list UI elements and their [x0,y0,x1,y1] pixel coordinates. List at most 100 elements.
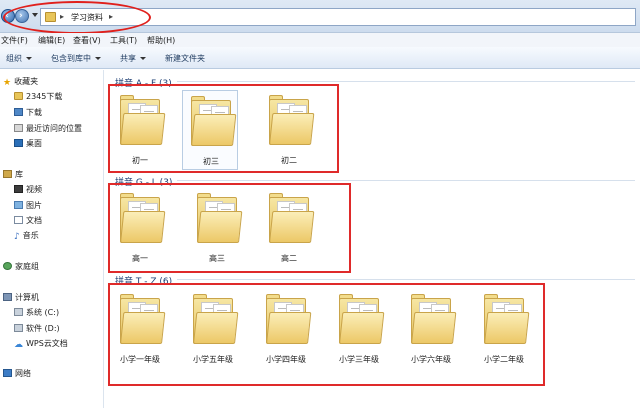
folder-icon [269,93,315,147]
highlight-ellipse [3,1,151,34]
folder-item[interactable]: 高二 [261,188,317,268]
folder-label: 高一 [132,254,148,263]
folder-label: 初二 [281,156,297,165]
sidebar-item-pictures[interactable]: 图片 [14,200,42,213]
folder-label: 初一 [132,156,148,165]
new-folder-button[interactable]: 新建文件夹 [165,53,205,64]
sidebar-item-label: WPS云文档 [26,339,68,348]
folder-item[interactable]: 小学一年级 [112,289,168,369]
sidebar-item-label: 音乐 [22,231,39,240]
sidebar-item-label: 2345下载 [26,92,63,101]
folder-icon [411,292,457,346]
folder-item[interactable]: 小学六年级 [403,289,459,369]
chevron-down-icon [26,57,32,60]
sidebar-item-recent-places[interactable]: 最近访问的位置 [14,123,82,136]
folder-label: 小学五年级 [193,355,233,364]
homegroup-icon [3,262,12,270]
folder-label: 小学四年级 [266,355,306,364]
cloud-icon: ☁ [14,340,23,350]
menu-edit[interactable]: 编辑(E) [38,35,65,46]
folder-item[interactable]: 高三 [189,188,245,268]
group-divider [177,180,635,181]
organize-label: 组织 [6,54,22,63]
address-bar: ‹ › ▸ 学习资料 ▸ [0,0,640,34]
folder-item[interactable]: 小学三年级 [331,289,387,369]
chevron-down-icon [95,57,101,60]
sidebar-item-label: 文档 [26,216,42,225]
sidebar-item-label: 视频 [26,185,42,194]
sidebar-item-label: 家庭组 [15,262,39,271]
folder-label: 小学二年级 [484,355,524,364]
folder-icon [197,191,243,245]
sidebar-item-label: 图片 [26,201,42,210]
sidebar-item-music[interactable]: ♪ 音乐 [14,230,39,243]
folder-icon [191,94,237,148]
music-icon: ♪ [14,232,20,242]
sidebar-item-label: 软件 (D:) [26,324,60,333]
group-divider [177,279,635,280]
sidebar-item-videos[interactable]: 视频 [14,184,42,197]
drive-icon [14,324,23,332]
sidebar-item-computer[interactable]: 计算机 [3,292,39,305]
sidebar-item-favorites[interactable]: ★ 收藏夹 [3,76,38,89]
sidebar-item-desktop[interactable]: 桌面 [14,138,42,151]
organize-button[interactable]: 组织 [6,53,32,64]
sidebar-item-label: 计算机 [15,293,39,302]
folder-label: 小学三年级 [339,355,379,364]
menu-view[interactable]: 查看(V) [73,35,101,46]
share-button[interactable]: 共享 [120,53,146,64]
video-icon [14,185,23,193]
folder-icon [484,292,530,346]
computer-icon [3,293,12,301]
chevron-down-icon [140,57,146,60]
folder-icon [193,292,239,346]
folder-item[interactable]: 小学四年级 [258,289,314,369]
sidebar-item-documents[interactable]: 文档 [14,215,42,228]
menu-help[interactable]: 帮助(H) [147,35,175,46]
folder-label: 高二 [281,254,297,263]
sidebar-item-drive-d[interactable]: 软件 (D:) [14,323,60,336]
sidebar-item-label: 桌面 [26,139,42,148]
sidebar-item-label: 网络 [15,369,31,378]
include-label: 包含到库中 [51,54,91,63]
sidebar-item-label: 最近访问的位置 [26,124,82,133]
menu-file[interactable]: 文件(F) [1,35,28,46]
download-icon [14,108,23,116]
folder-icon [266,292,312,346]
sidebar-item-libraries[interactable]: 库 [3,169,23,182]
sidebar-item-label: 收藏夹 [14,77,39,86]
folder-label: 小学六年级 [411,355,451,364]
sidebar-item-label: 系统 (C:) [26,308,60,317]
sidebar-item-label: 库 [15,170,23,179]
folder-item[interactable]: 小学五年级 [185,289,241,369]
folder-item[interactable]: 小学二年级 [476,289,532,369]
sidebar-item-network[interactable]: 网络 [3,368,31,381]
folder-label: 高三 [209,254,225,263]
folder-item[interactable]: 初二 [261,90,317,170]
sidebar-item-wps-cloud[interactable]: ☁ WPS云文档 [14,338,68,351]
folder-icon [120,93,166,147]
sidebar-item-drive-c[interactable]: 系统 (C:) [14,307,59,320]
drive-icon [14,308,23,316]
recent-places-icon [14,124,23,132]
folder-item[interactable]: 初一 [112,90,168,170]
menu-bar: 文件(F) 编辑(E) 查看(V) 工具(T) 帮助(H) [0,33,640,47]
menu-tools[interactable]: 工具(T) [110,35,137,46]
folder-item[interactable]: 初三 [182,90,238,170]
file-list: 拼音 A - F (3) 初一 初三 初二 拼音 G - L (3) 高一 高三… [105,70,640,408]
sidebar-item-2345-downloads[interactable]: 2345下载 [14,91,62,104]
network-icon [3,369,12,377]
include-in-library-button[interactable]: 包含到库中 [51,53,101,64]
group-divider [177,81,635,82]
star-icon: ★ [3,78,12,88]
desktop-icon [14,139,23,147]
sidebar-item-downloads[interactable]: 下载 [14,107,42,120]
folder-item[interactable]: 高一 [112,188,168,268]
document-icon [14,216,23,224]
folder-icon [120,292,166,346]
folder-label: 初三 [203,157,219,166]
library-icon [3,170,12,178]
sidebar-item-homegroup[interactable]: 家庭组 [3,261,39,274]
picture-icon [14,201,23,209]
folder-icon [339,292,385,346]
